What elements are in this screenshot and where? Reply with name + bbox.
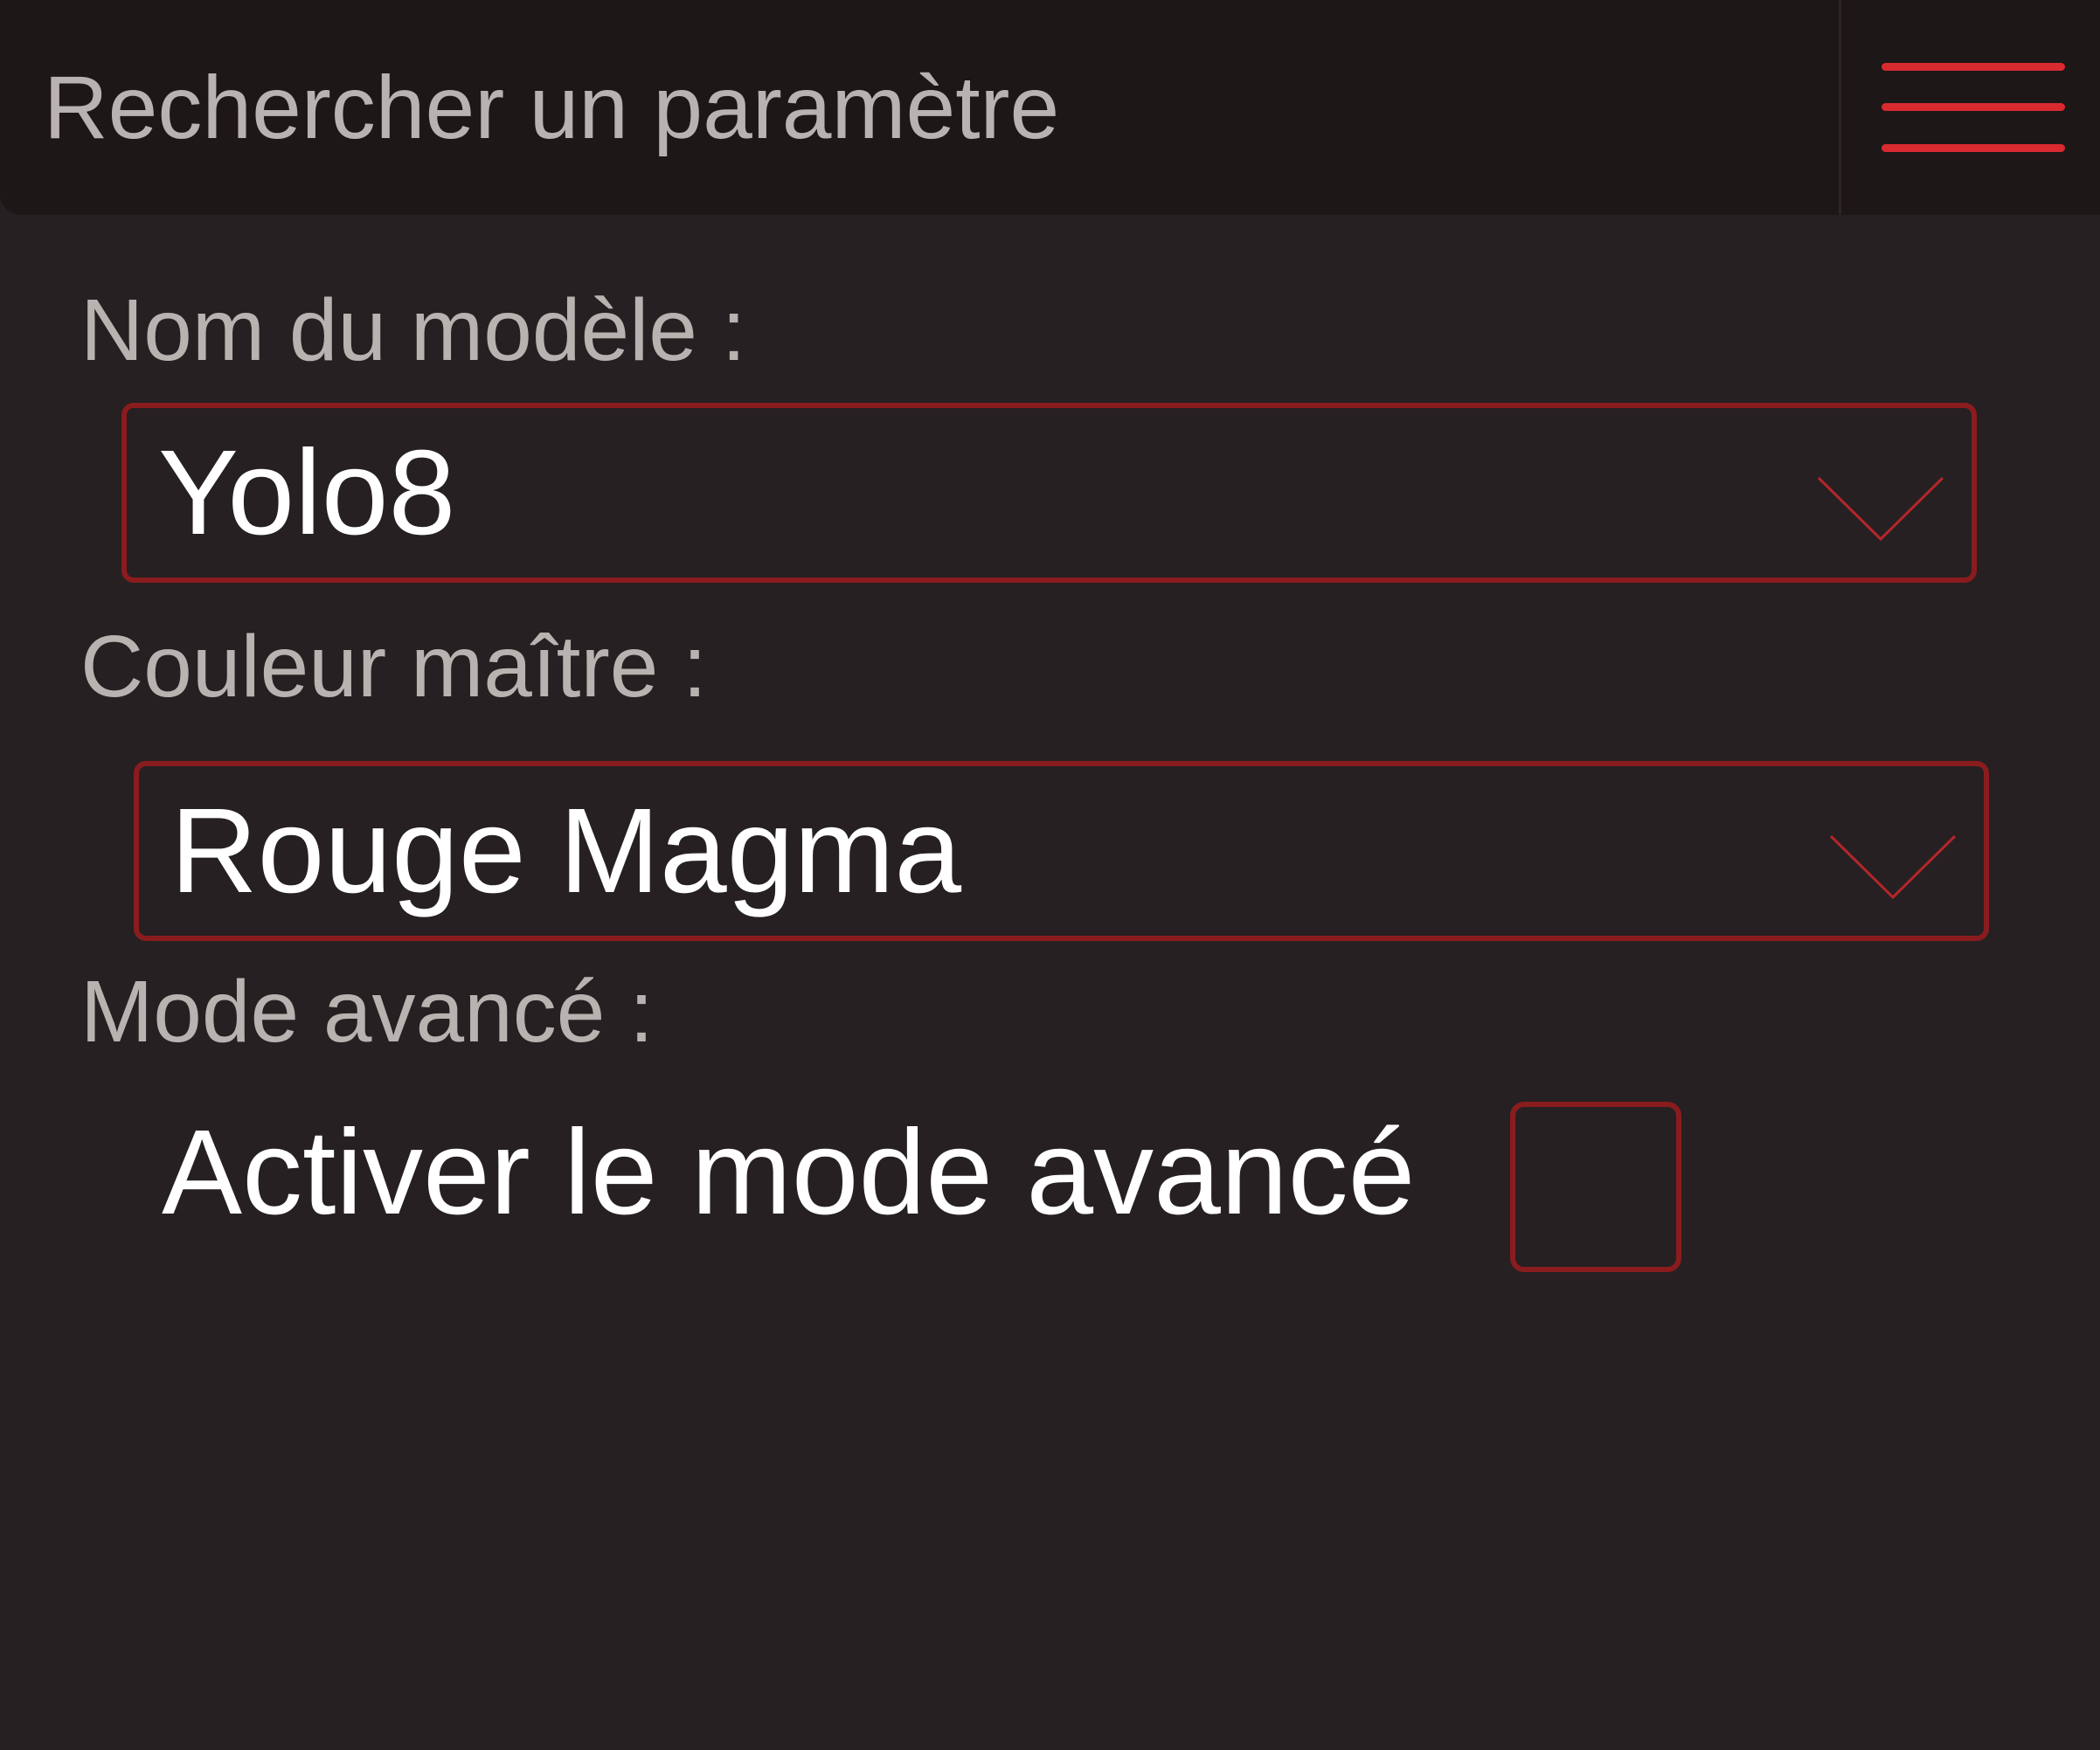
- menu-icon-bar: [1882, 63, 2065, 71]
- menu-icon-bar: [1882, 144, 2065, 152]
- chevron-down-icon: [1829, 834, 1957, 900]
- master-color-label: Couleur maître :: [80, 618, 707, 716]
- header-bar: [0, 0, 2100, 215]
- model-select[interactable]: Yolo8: [121, 403, 1977, 583]
- menu-button[interactable]: [1841, 0, 2100, 215]
- model-select-value: Yolo8: [158, 425, 456, 560]
- master-color-select[interactable]: Rouge Magma: [134, 761, 1989, 941]
- advanced-mode-checkbox[interactable]: [1510, 1102, 1681, 1272]
- chevron-down-icon: [1817, 476, 1944, 542]
- advanced-mode-checkbox-label[interactable]: Activer le mode avancé: [162, 1103, 1415, 1242]
- menu-icon-bar: [1882, 103, 2065, 111]
- settings-page: Nom du modèle : Yolo8 Couleur maître : R…: [0, 0, 2100, 1750]
- search-input[interactable]: [0, 0, 1839, 215]
- model-name-label: Nom du modèle :: [80, 281, 746, 379]
- search-bar: [0, 0, 1839, 215]
- advanced-mode-label: Mode avancé :: [80, 963, 654, 1061]
- master-color-select-value: Rouge Magma: [170, 784, 962, 918]
